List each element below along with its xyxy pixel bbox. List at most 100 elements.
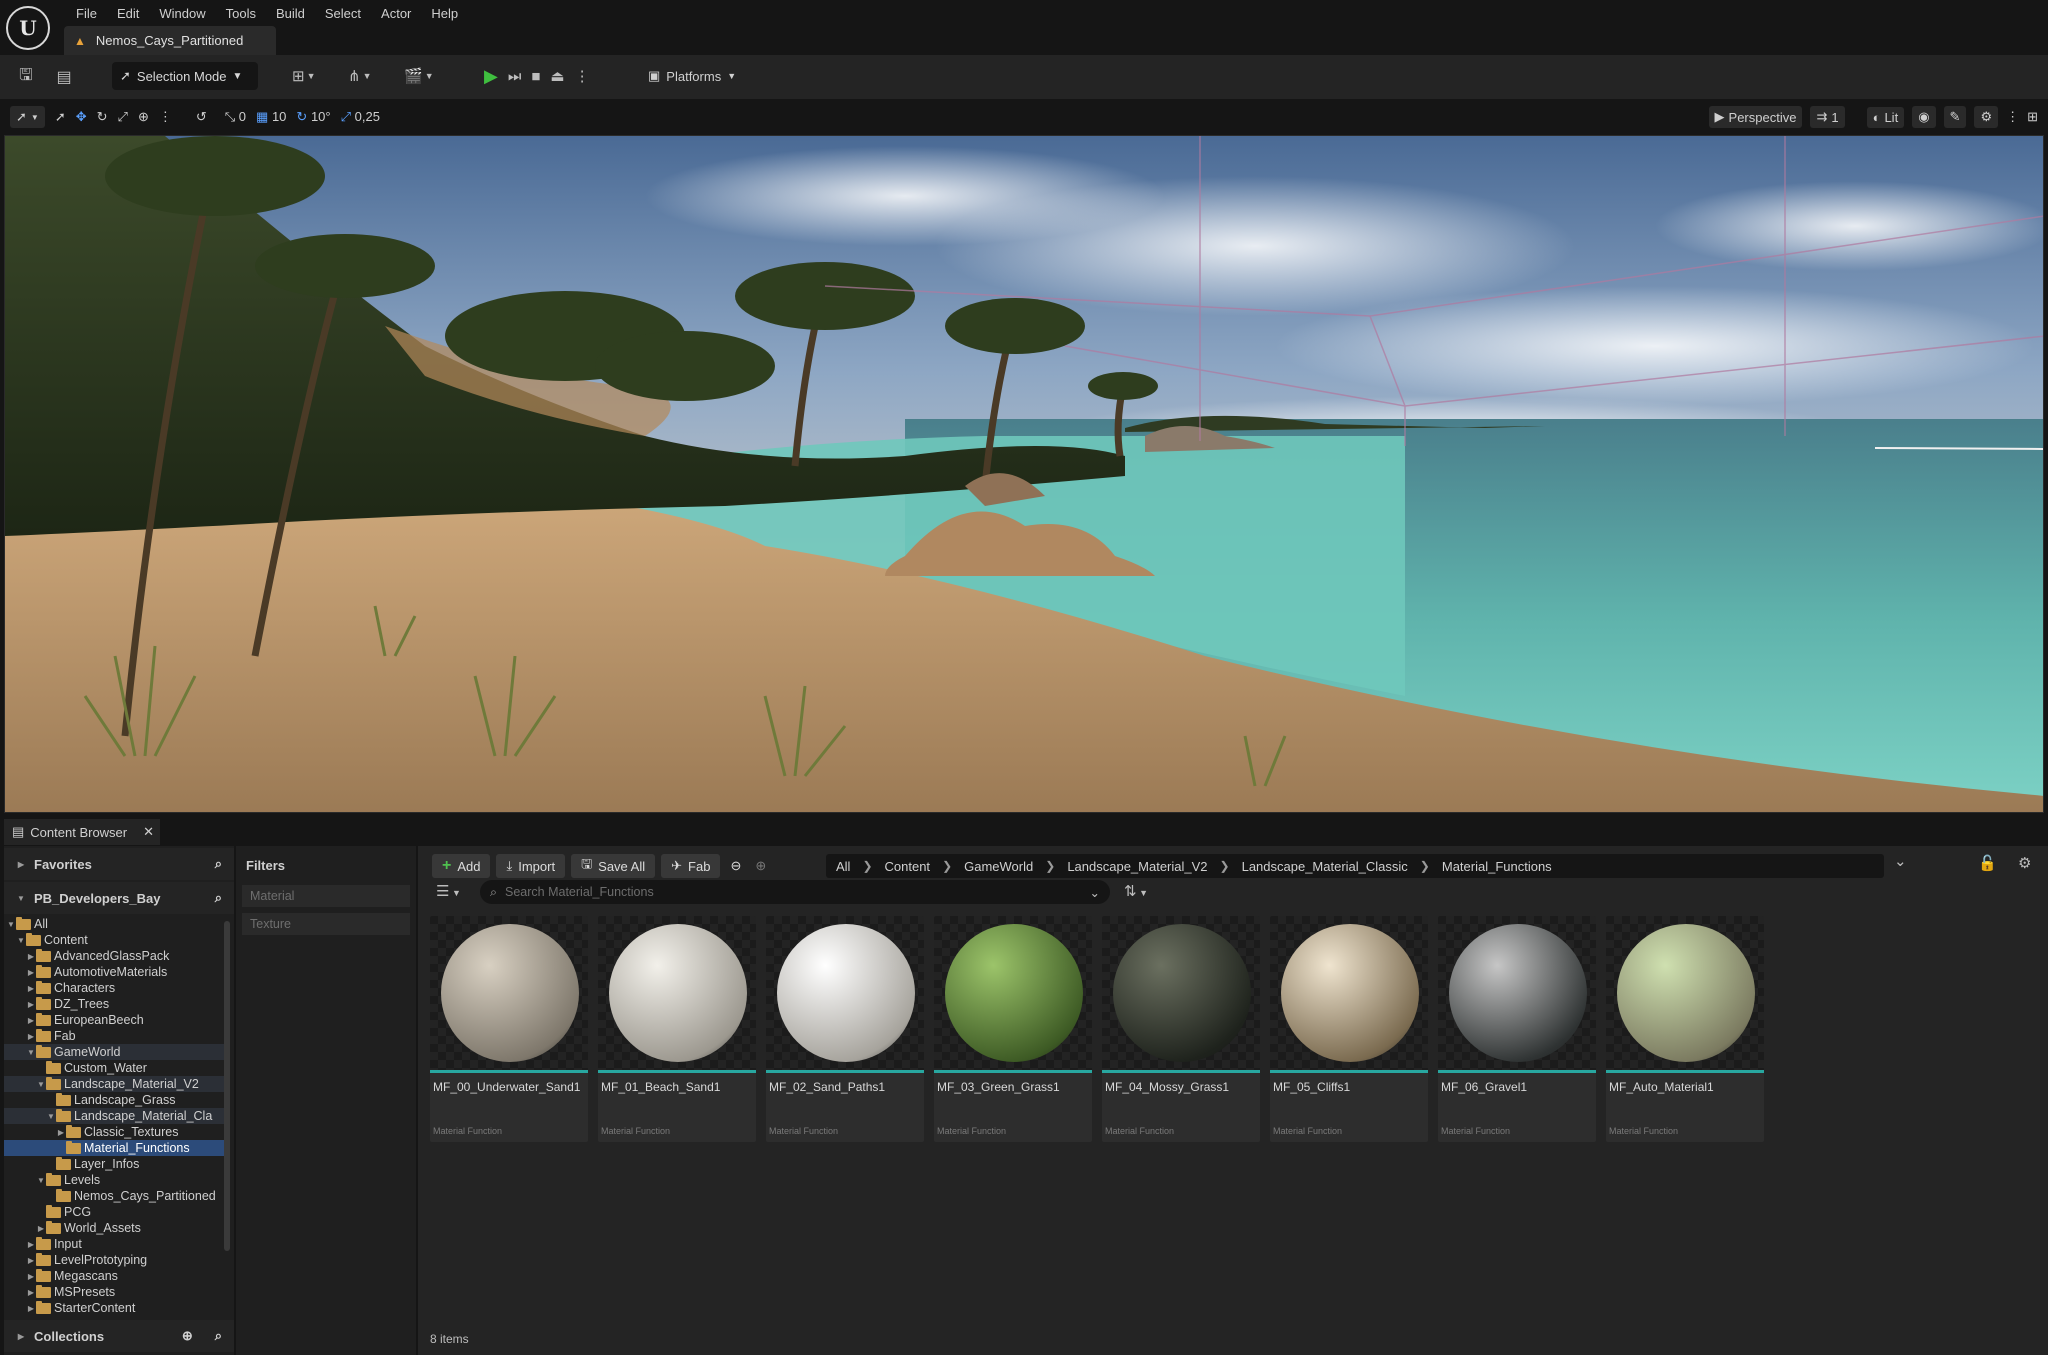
tree-item[interactable]: ▶ Characters: [4, 980, 228, 996]
breadcrumb-item[interactable]: Content: [885, 859, 931, 874]
stop-icon[interactable]: ■: [531, 68, 540, 85]
expanded-arrow-icon[interactable]: ▼: [36, 1176, 46, 1185]
rotate-icon[interactable]: ↻: [97, 109, 108, 125]
tree-item[interactable]: Landscape_Grass: [4, 1092, 228, 1108]
import-button[interactable]: ⤓ Import: [496, 854, 566, 878]
menu-build[interactable]: Build: [266, 2, 315, 26]
eject-icon[interactable]: ⏏: [550, 67, 564, 85]
collapsed-arrow-icon[interactable]: ▶: [26, 984, 36, 993]
menu-tools[interactable]: Tools: [216, 2, 266, 26]
more-options-icon[interactable]: ⋮: [2006, 109, 2019, 125]
asset-tile[interactable]: MF_02_Sand_Paths1 Material Function: [766, 916, 924, 1142]
level-tab[interactable]: ▲ Nemos_Cays_Partitioned: [64, 26, 276, 55]
close-icon[interactable]: ✕: [143, 824, 154, 840]
tree-item[interactable]: ▶ Input: [4, 1236, 228, 1252]
browse-icon[interactable]: ▤: [50, 63, 78, 91]
history-forward-button[interactable]: ⊕: [751, 854, 770, 878]
tree-item[interactable]: ▶ AdvancedGlassPack: [4, 948, 228, 964]
tree-item[interactable]: Material_Functions: [4, 1140, 228, 1156]
surface-snap-icon[interactable]: ↺: [196, 109, 207, 125]
tree-item[interactable]: Nemos_Cays_Partitioned: [4, 1188, 228, 1204]
breadcrumb-item[interactable]: GameWorld: [964, 859, 1033, 874]
collapsed-arrow-icon[interactable]: ▶: [26, 1000, 36, 1009]
tree-item[interactable]: ▶ Fab: [4, 1028, 228, 1044]
search-box[interactable]: ⌕ Search Material_Functions ⌄: [480, 880, 1110, 904]
filter-dropdown[interactable]: ☰ ▼: [436, 882, 461, 900]
add-button[interactable]: + Add: [432, 854, 491, 878]
collapsed-arrow-icon[interactable]: ▶: [26, 968, 36, 977]
tree-item[interactable]: ▼ Landscape_Material_V2: [4, 1076, 228, 1092]
selection-mode-dropdown[interactable]: ➚ Selection Mode ▼: [112, 62, 258, 90]
menu-window[interactable]: Window: [149, 2, 215, 26]
tree-item[interactable]: ▼ Levels: [4, 1172, 228, 1188]
tree-item[interactable]: Custom_Water: [4, 1060, 228, 1076]
breadcrumb-item[interactable]: Landscape_Material_V2: [1067, 859, 1207, 874]
collapsed-arrow-icon[interactable]: ▶: [26, 1016, 36, 1025]
level-viewport[interactable]: [4, 135, 2044, 813]
breadcrumb-item[interactable]: Material_Functions: [1442, 859, 1552, 874]
chevron-down-icon[interactable]: ⌄: [1090, 885, 1100, 900]
search-icon[interactable]: ⌕: [215, 1328, 222, 1344]
select-tool-icon[interactable]: ➚: [55, 109, 66, 125]
menu-edit[interactable]: Edit: [107, 2, 149, 26]
breadcrumb-item[interactable]: All: [836, 859, 850, 874]
fab-button[interactable]: ✈ Fab: [661, 854, 721, 878]
search-icon[interactable]: ⌕: [215, 890, 222, 906]
tree-item[interactable]: ▶ Megascans: [4, 1268, 228, 1284]
asset-tile[interactable]: MF_01_Beach_Sand1 Material Function: [598, 916, 756, 1142]
collections-header[interactable]: ▶ Collections ⊕ ⌕: [4, 1320, 234, 1352]
scale-icon[interactable]: ⤢: [118, 109, 128, 125]
tree-item[interactable]: ▶ Classic_Textures: [4, 1124, 228, 1140]
collapsed-arrow-icon[interactable]: ▶: [56, 1128, 66, 1137]
angle-snap-toggle[interactable]: ↻ 10°: [296, 109, 330, 125]
asset-tile[interactable]: MF_04_Mossy_Grass1 Material Function: [1102, 916, 1260, 1142]
search-icon[interactable]: ⌕: [215, 856, 222, 872]
tree-item[interactable]: ▶ MSPresets: [4, 1284, 228, 1300]
blueprint-button[interactable]: ⋔ ▼: [348, 62, 372, 90]
show-flags-dropdown[interactable]: ◉: [1912, 106, 1936, 128]
settings-dropdown[interactable]: ⚙: [1974, 106, 1999, 128]
search-input[interactable]: Search Material_Functions: [505, 885, 654, 899]
content-browser-tab[interactable]: ▤ Content Browser ✕: [4, 819, 160, 845]
tree-item[interactable]: ▼ Landscape_Material_Cla: [4, 1108, 228, 1124]
viewport-options-button[interactable]: ➚ ▼: [10, 106, 45, 128]
translate-icon[interactable]: ✥: [76, 109, 87, 125]
tree-item[interactable]: Layer_Infos: [4, 1156, 228, 1172]
tree-item[interactable]: ▶ LevelPrototyping: [4, 1252, 228, 1268]
platforms-dropdown[interactable]: ▣ Platforms ▼: [648, 62, 736, 90]
menu-help[interactable]: Help: [421, 2, 468, 26]
camera-speed-dropdown[interactable]: ⇉ 1: [1810, 106, 1845, 128]
tree-item[interactable]: ▶ AutomotiveMaterials: [4, 964, 228, 980]
scale-snap-toggle[interactable]: ⤢ 0,25: [341, 109, 380, 125]
rotate-snap-toggle[interactable]: ⤡ 0: [225, 109, 246, 125]
collapsed-arrow-icon[interactable]: ▶: [26, 1272, 36, 1281]
unreal-logo-icon[interactable]: U: [6, 6, 50, 50]
asset-tile[interactable]: MF_Auto_Material1 Material Function: [1606, 916, 1764, 1142]
collapsed-arrow-icon[interactable]: ▶: [26, 1032, 36, 1041]
collapsed-arrow-icon[interactable]: ▶: [26, 1288, 36, 1297]
collapsed-arrow-icon[interactable]: ▶: [26, 1304, 36, 1313]
history-back-button[interactable]: ⊖: [726, 854, 745, 878]
asset-tile[interactable]: MF_03_Green_Grass1 Material Function: [934, 916, 1092, 1142]
tree-item[interactable]: ▼ GameWorld: [4, 1044, 228, 1060]
tree-item[interactable]: ▶ DZ_Trees: [4, 996, 228, 1012]
tree-item[interactable]: ▼ All: [4, 916, 228, 932]
expanded-arrow-icon[interactable]: ▼: [16, 936, 26, 945]
collapsed-arrow-icon[interactable]: ▶: [26, 1256, 36, 1265]
collapsed-arrow-icon[interactable]: ▶: [26, 952, 36, 961]
view-mode-dropdown[interactable]: ◐ Lit: [1866, 106, 1905, 128]
layout-icon[interactable]: ⊞: [2027, 109, 2038, 125]
expanded-arrow-icon[interactable]: ▼: [36, 1080, 46, 1089]
tree-item[interactable]: ▶ StarterContent: [4, 1300, 228, 1316]
menu-file[interactable]: File: [66, 2, 107, 26]
add-collection-icon[interactable]: ⊕: [182, 1328, 193, 1344]
save-all-button[interactable]: 🖫 Save All: [571, 854, 656, 878]
play-icon[interactable]: ▶: [484, 66, 498, 87]
collapsed-arrow-icon[interactable]: ▶: [36, 1224, 46, 1233]
expanded-arrow-icon[interactable]: ▼: [46, 1112, 56, 1121]
game-view-dropdown[interactable]: ✎: [1943, 106, 1967, 128]
filter-texture[interactable]: Texture: [242, 913, 410, 935]
asset-tile[interactable]: MF_06_Gravel1 Material Function: [1438, 916, 1596, 1142]
cinematics-button[interactable]: 🎬 ▼: [404, 62, 434, 90]
step-icon[interactable]: ⏭: [508, 68, 522, 85]
